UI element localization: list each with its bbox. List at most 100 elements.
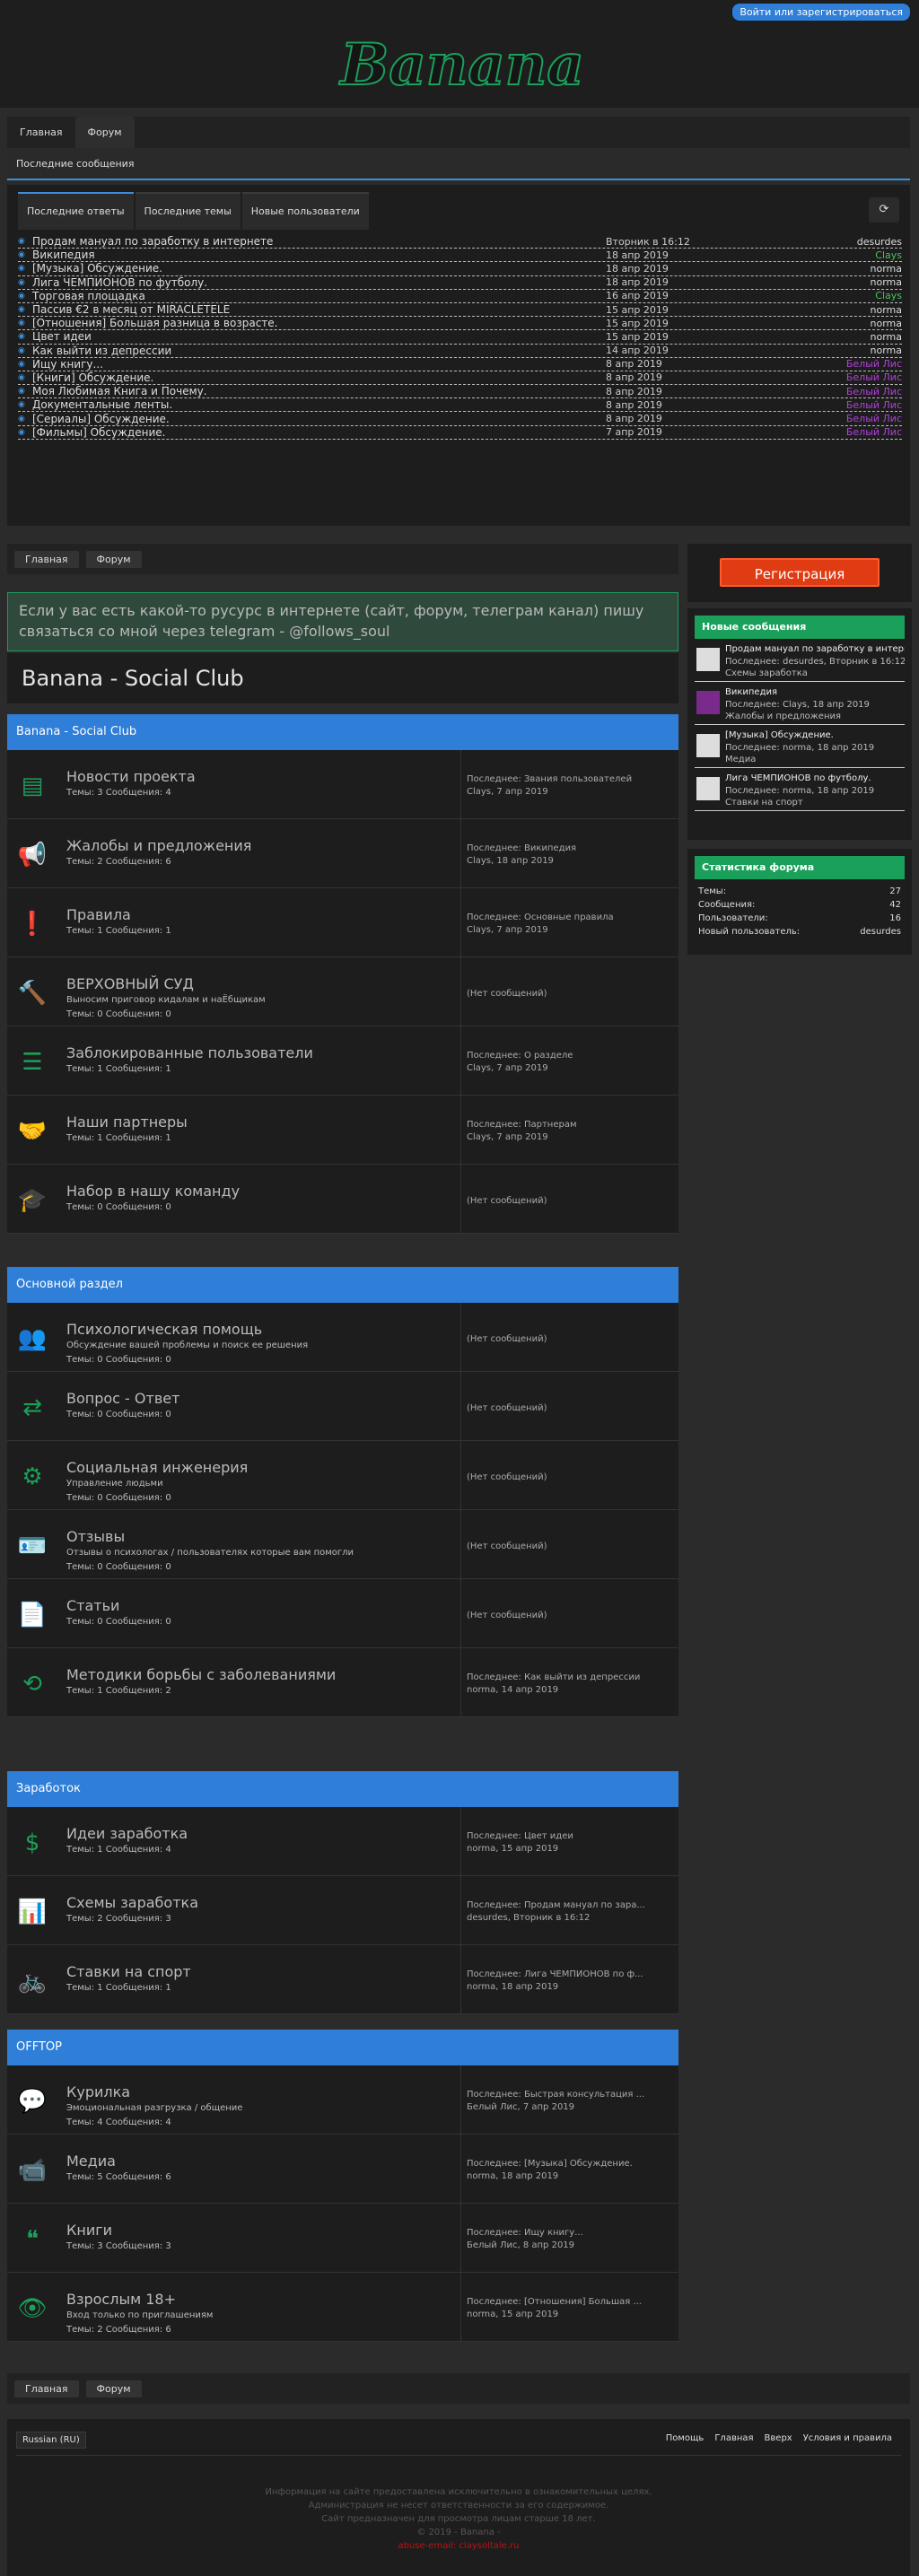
recent-user[interactable]: desurdes xyxy=(767,236,902,248)
recent-row[interactable]: ◉ Продам мануал по заработку в интернете В… xyxy=(18,235,902,249)
refresh-icon[interactable]: ⟳ xyxy=(869,197,899,223)
node-title[interactable]: Взрослым 18+ xyxy=(66,2291,176,2308)
node-last-post[interactable]: Последнее: Быстрая консультация ... Белый… xyxy=(467,2089,675,2114)
recent-user[interactable]: norma xyxy=(767,318,903,329)
node-last-post[interactable]: Последнее: Цвет идеи norma, 15 апр 2019 xyxy=(467,1830,675,1856)
breadcrumb-home[interactable]: Главная xyxy=(14,2380,79,2397)
node-last-post[interactable]: (Нет сообщений) xyxy=(467,1333,675,1346)
recent-thread-title[interactable]: Цвет идеи xyxy=(32,330,606,343)
node-last-post[interactable]: Последнее: Как выйти из депрессии norma, … xyxy=(467,1672,675,1697)
node-title[interactable]: Жалобы и предложения xyxy=(66,837,251,854)
last-post-title[interactable]: (Нет сообщений) xyxy=(467,1610,675,1622)
recent-row[interactable]: ◉ Лига ЧЕМПИОНОВ по футболу. 18 апр 2019 no… xyxy=(18,276,902,290)
recent-row[interactable]: ◉ [Фильмы] Обсуждение. 7 апр 2019 Белый Лис xyxy=(18,426,902,440)
forum-node[interactable]: ☰ Заблокированные пользователи Темы: 1 Соо… xyxy=(7,1026,678,1096)
recent-thread-title[interactable]: Торговая площадка xyxy=(32,290,606,302)
node-title[interactable]: Книги xyxy=(66,2222,112,2239)
forum-node[interactable]: 💬 Курилка Эмоциональная разгрузка / общени… xyxy=(7,2065,678,2135)
last-post-title[interactable]: Последнее: Лига ЧЕМПИОНОВ по ф... xyxy=(467,1969,675,1981)
breadcrumb-home[interactable]: Главная xyxy=(14,551,79,568)
recent-user[interactable]: norma xyxy=(767,331,903,343)
recent-thread-title[interactable]: Как выйти из депрессии xyxy=(32,345,606,357)
recent-thread-title[interactable]: Википедия xyxy=(32,249,606,261)
recent-user[interactable]: Белый Лис xyxy=(767,386,902,397)
last-post-title[interactable]: Последнее: Партнерам xyxy=(467,1119,675,1131)
last-post-title[interactable]: Последнее: [Отношения] Большая ... xyxy=(467,2296,675,2309)
node-title[interactable]: Ставки на спорт xyxy=(66,1963,191,1980)
recent-user[interactable]: Белый Лис xyxy=(767,371,902,383)
recent-user[interactable]: Clays xyxy=(767,290,902,301)
node-last-post[interactable]: Последнее: [Музыка] Обсуждение. norma, 18… xyxy=(467,2158,675,2183)
last-post-title[interactable]: Последнее: Звания пользователей xyxy=(467,773,675,786)
recent-row[interactable]: ◉ [Книги] Обсуждение. 8 апр 2019 Белый Лис xyxy=(18,371,902,386)
node-title[interactable]: Набор в нашу команду xyxy=(66,1183,240,1200)
node-last-post[interactable]: Последнее: Лига ЧЕМПИОНОВ по ф... norma, … xyxy=(467,1969,675,1994)
category-header[interactable]: OFFTOP xyxy=(7,2030,678,2065)
node-last-post[interactable]: (Нет сообщений) xyxy=(467,988,675,1000)
forum-node[interactable]: 📢 Жалобы и предложения Темы: 2 Сообщения: … xyxy=(7,819,678,888)
sidebar-post[interactable]: Продам мануал по заработку в интерне... П… xyxy=(695,639,905,682)
abuse-email[interactable]: abuse-email: claysoltale.ru xyxy=(7,2539,910,2553)
recent-thread-title[interactable]: Моя Любимая Книга и Почему. xyxy=(32,385,606,397)
category-header[interactable]: Основной раздел xyxy=(7,1267,678,1303)
node-title[interactable]: Новости проекта xyxy=(66,768,196,785)
node-last-post[interactable]: (Нет сообщений) xyxy=(467,1402,675,1415)
forum-node[interactable]: ❗ Правила Темы: 1 Сообщения: 1 Последнее: О… xyxy=(7,888,678,957)
recent-thread-title[interactable]: [Отношения] Большая разница в возрасте. xyxy=(32,317,606,329)
login-register-button[interactable]: Войти или зарегистрироваться xyxy=(732,4,910,21)
recent-user[interactable]: norma xyxy=(767,345,903,356)
node-last-post[interactable]: Последнее: Звания пользователей Clays, 7 … xyxy=(467,773,675,799)
last-post-title[interactable]: Последнее: Быстрая консультация ... xyxy=(467,2089,675,2101)
last-post-title[interactable]: (Нет сообщений) xyxy=(467,1471,675,1484)
footer-link-home[interactable]: Главная xyxy=(714,2433,753,2443)
recent-thread-title[interactable]: Ищу книгу... xyxy=(32,358,606,371)
tab-new-users[interactable]: Новые пользователи xyxy=(241,192,369,230)
recent-row[interactable]: ◉ [Сериалы] Обсуждение. 8 апр 2019 Белый Ли… xyxy=(18,412,902,426)
category-header[interactable]: Banana - Social Club xyxy=(7,714,678,750)
category-header[interactable]: Заработок xyxy=(7,1771,678,1807)
node-title[interactable]: Психологическая помощь xyxy=(66,1321,262,1338)
node-last-post[interactable]: Последнее: Партнерам Clays, 7 апр 2019 xyxy=(467,1119,675,1144)
recent-row[interactable]: ◉ [Музыка] Обсуждение. 18 апр 2019 norma xyxy=(18,262,902,276)
last-post-title[interactable]: Последнее: О разделе xyxy=(467,1050,675,1062)
node-title[interactable]: Статьи xyxy=(66,1597,119,1614)
node-title[interactable]: Курилка xyxy=(66,2083,130,2100)
recent-row[interactable]: ◉ Цвет идеи 15 апр 2019 norma xyxy=(18,330,903,345)
forum-node[interactable]: 🎓 Набор в нашу команду Темы: 0 Сообщения: … xyxy=(7,1165,678,1234)
recent-thread-title[interactable]: [Фильмы] Обсуждение. xyxy=(32,426,606,439)
breadcrumb-forum[interactable]: Форум xyxy=(85,551,142,568)
footer-link-terms[interactable]: Условия и правила xyxy=(803,2433,892,2443)
forum-node[interactable]: 📄 Статьи Темы: 0 Сообщения: 0 (Нет сообщени… xyxy=(7,1579,678,1648)
footer-link-top[interactable]: Вверх xyxy=(765,2433,792,2443)
forum-node[interactable]: ⟲ Методики борьбы с заболеваниями Темы: 1 … xyxy=(7,1648,678,1717)
last-post-title[interactable]: Последнее: Продам мануал по зара... xyxy=(467,1899,675,1912)
node-last-post[interactable]: Последнее: Ищу книгу... Белый Лис, 8 апр … xyxy=(467,2227,675,2252)
last-post-title[interactable]: (Нет сообщений) xyxy=(467,1541,675,1553)
recent-thread-title[interactable]: Документальные ленты. xyxy=(32,398,606,411)
recent-user[interactable]: Белый Лис xyxy=(767,413,902,424)
forum-node[interactable]: 🚲 Ставки на спорт Темы: 1 Сообщения: 1 Посл… xyxy=(7,1945,678,2014)
sidebar-post[interactable]: [Музыка] Обсуждение. Последнее: norma, 18… xyxy=(695,725,905,768)
forum-node[interactable]: ⇄ Вопрос - Ответ Темы: 0 Сообщения: 0 (Нет … xyxy=(7,1372,678,1441)
sidebar-post-title[interactable]: Лига ЧЕМПИОНОВ по футболу. xyxy=(725,773,905,783)
recent-user[interactable]: norma xyxy=(767,304,903,316)
forum-node[interactable]: 👥 Психологическая помощь Обсуждение вашей … xyxy=(7,1303,678,1372)
breadcrumb-forum[interactable]: Форум xyxy=(85,2380,142,2397)
sidebar-post-forum[interactable]: Медиа xyxy=(725,755,756,764)
forum-node[interactable]: 📊 Схемы заработка Темы: 2 Сообщения: 3 Посл… xyxy=(7,1876,678,1945)
recent-row[interactable]: ◉ Торговая площадка 16 апр 2019 Clays xyxy=(18,290,902,303)
sidebar-post[interactable]: Лига ЧЕМПИОНОВ по футболу. Последнее: nor… xyxy=(695,768,905,811)
node-last-post[interactable]: Последнее: [Отношения] Большая ... norma,… xyxy=(467,2296,675,2321)
sidebar-post-forum[interactable]: Жалобы и предложения xyxy=(725,712,841,721)
tab-recent-threads[interactable]: Последние темы xyxy=(135,192,241,230)
node-last-post[interactable]: (Нет сообщений) xyxy=(467,1195,675,1208)
forum-node[interactable]: ⚙ Социальная инженерия Управление людьми Те… xyxy=(7,1441,678,1510)
recent-user[interactable]: Clays xyxy=(767,249,902,261)
node-last-post[interactable]: Последнее: О разделе Clays, 7 апр 2019 xyxy=(467,1050,675,1075)
avatar[interactable] xyxy=(696,648,720,671)
recent-row[interactable]: ◉ Пассив €2 в месяц от MIRACLETELE 15 апр … xyxy=(18,303,903,318)
node-title[interactable]: Заблокированные пользователи xyxy=(66,1044,313,1061)
forum-node[interactable]: $ Идеи заработка Темы: 1 Сообщения: 4 После… xyxy=(7,1807,678,1876)
node-last-post[interactable]: (Нет сообщений) xyxy=(467,1610,675,1622)
sidebar-post-title[interactable]: Продам мануал по заработку в интерне... xyxy=(725,644,905,654)
